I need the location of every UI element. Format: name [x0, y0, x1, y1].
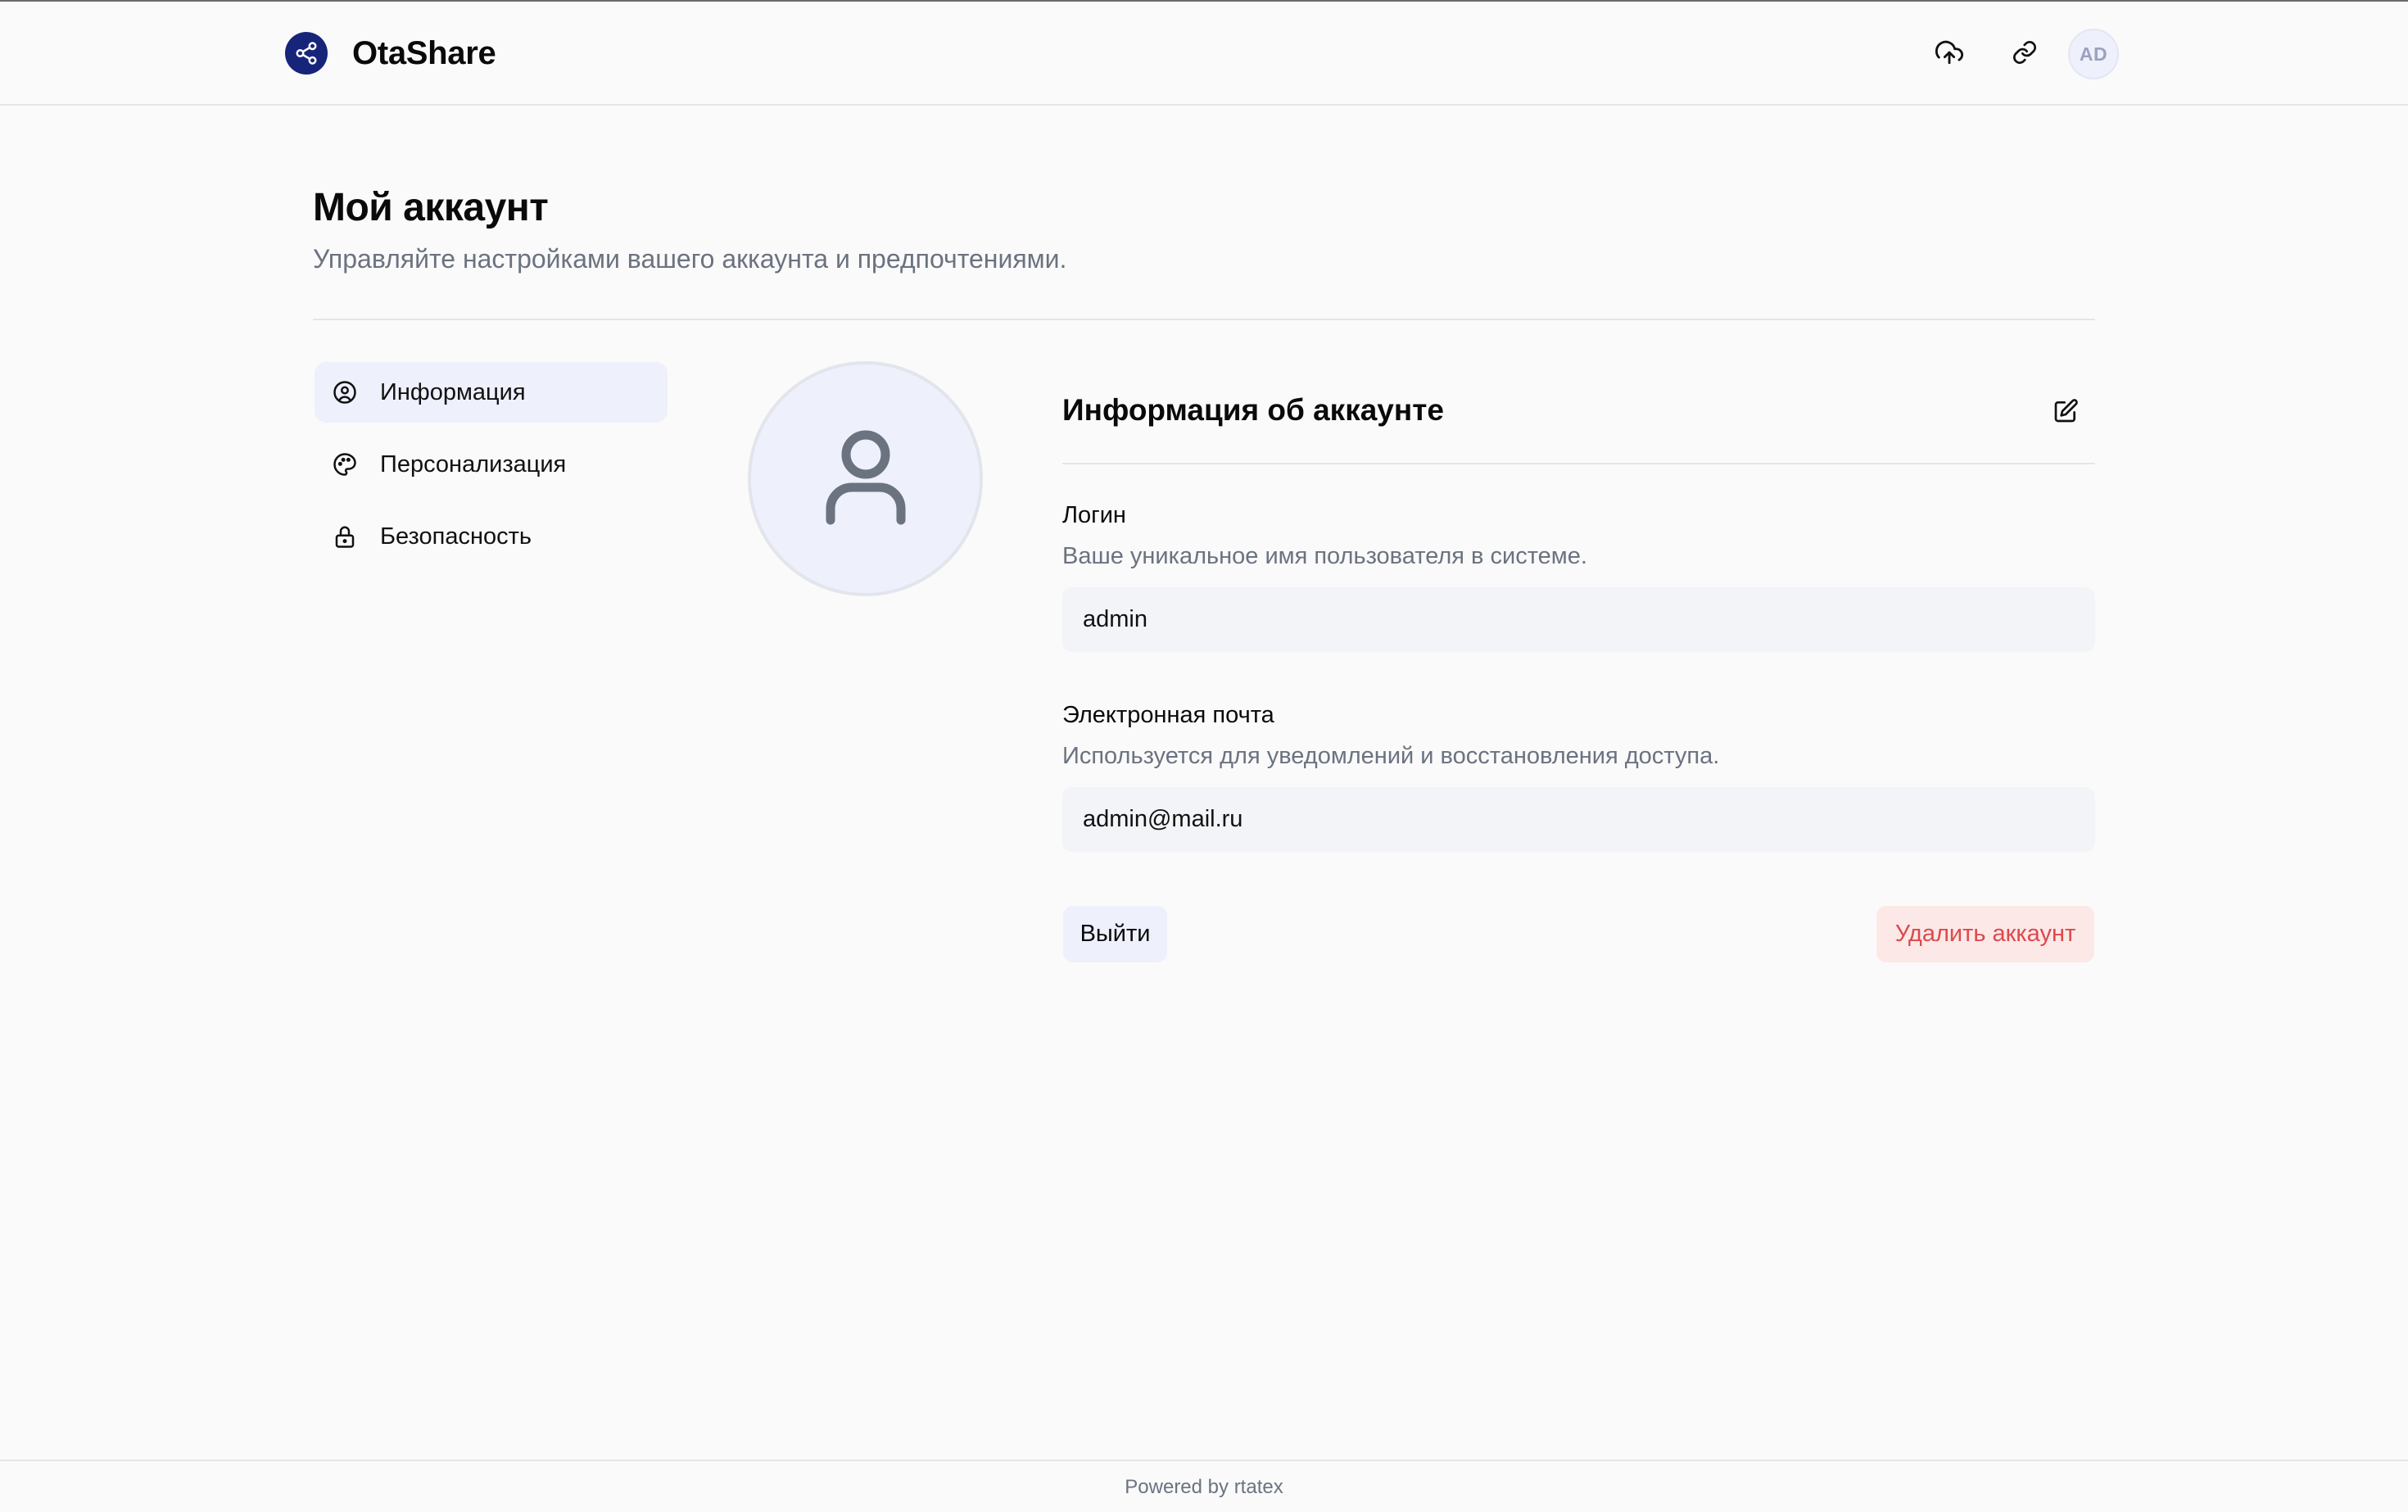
user-circle-icon [331, 378, 359, 406]
email-description: Используется для уведомлений и восстанов… [1062, 743, 1720, 769]
page: OtaShare AD Мой аккаунт Управляйте настр… [0, 0, 2408, 1512]
brand-name[interactable]: OtaShare [352, 33, 496, 74]
palette-icon [331, 450, 359, 478]
sidebar-item-info[interactable]: Информация [315, 362, 668, 423]
logout-button[interactable]: Выйти [1063, 906, 1167, 962]
share-icon[interactable] [285, 32, 328, 75]
sidebar-item-label: Безопасность [380, 523, 532, 550]
user-icon [821, 423, 911, 534]
section-divider [1062, 463, 2095, 464]
login-label: Логин [1062, 502, 1126, 528]
footer-text: Powered by rtatex [1125, 1476, 1283, 1498]
sidebar-item-label: Персонализация [380, 450, 567, 478]
page-subtitle: Управляйте настройками вашего аккаунта и… [313, 244, 1067, 274]
cloud-upload-icon [1935, 38, 1963, 70]
sidebar-item-security[interactable]: Безопасность [315, 506, 668, 567]
profile-avatar[interactable] [748, 361, 983, 596]
divider [313, 319, 2095, 320]
user-avatar[interactable]: AD [2068, 29, 2119, 79]
edit-icon [2053, 398, 2079, 428]
page-title: Мой аккаунт [313, 186, 549, 229]
links-button[interactable] [2000, 29, 2049, 79]
email-field[interactable] [1062, 787, 2095, 852]
email-label: Электронная почта [1062, 702, 1274, 728]
top-bar: OtaShare AD [0, 2, 2408, 106]
upload-button[interactable] [1925, 29, 1974, 79]
login-field[interactable] [1062, 587, 2095, 652]
sidebar-item-personalization[interactable]: Персонализация [315, 434, 668, 495]
link-icon [2012, 39, 2038, 70]
sidebar-item-label: Информация [380, 378, 526, 405]
lock-icon [331, 523, 359, 550]
edit-button[interactable] [2044, 392, 2087, 434]
login-description: Ваше уникальное имя пользователя в систе… [1062, 543, 1587, 569]
section-title: Информация об аккаунте [1062, 393, 1444, 427]
delete-account-button[interactable]: Удалить аккаунт [1876, 906, 2094, 962]
footer: Powered by rtatex [0, 1460, 2408, 1512]
